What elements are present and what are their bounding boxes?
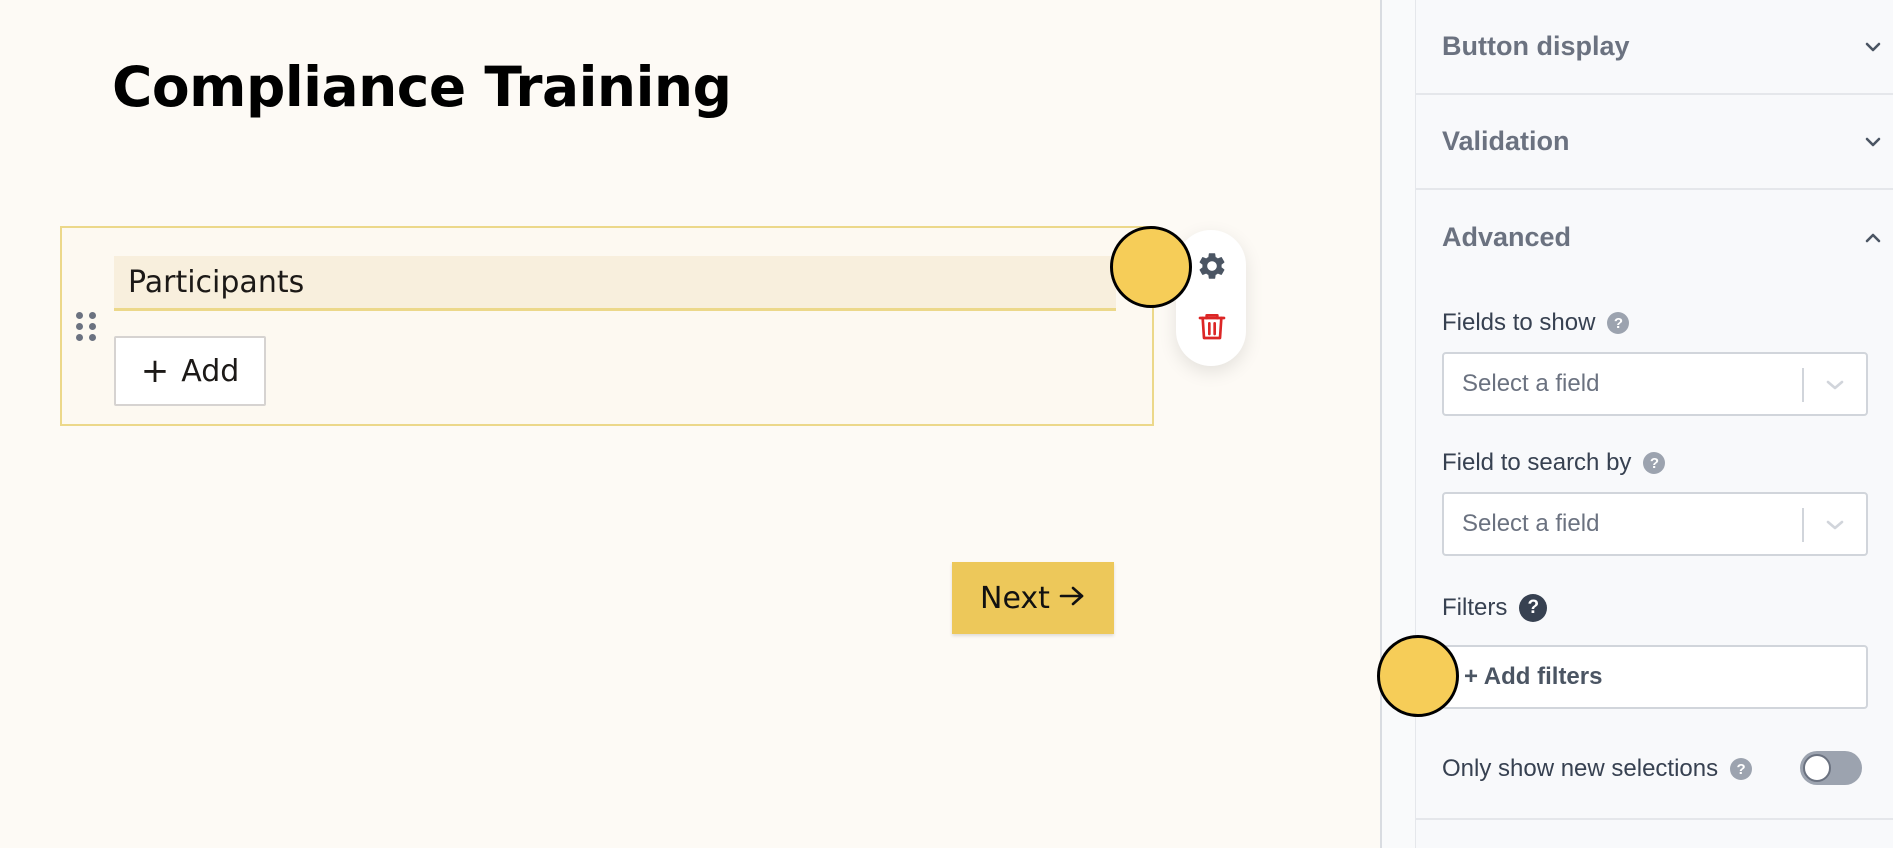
select-separator [1802,368,1804,402]
only-show-new-selections-toggle[interactable] [1800,751,1862,785]
only-show-new-selections-label: Only show new selections ? [1442,755,1753,783]
cursor-marker [1110,226,1192,308]
chevron-down-icon [1863,132,1883,152]
panel-gutter [1382,0,1416,848]
add-button-label: Add [181,353,240,389]
next-button[interactable]: Next [952,562,1114,634]
section-title: Advanced [1442,222,1572,252]
chevron-up-icon [1863,228,1883,248]
fields-to-show-label: Fields to show ? [1442,309,1630,337]
toggle-knob [1803,754,1831,782]
section-validation[interactable]: Validation [1416,95,1893,190]
field-to-search-by-select[interactable]: Select a field [1442,492,1868,556]
add-participant-button[interactable]: + Add [114,336,266,406]
section-advanced[interactable]: Advanced [1416,190,1893,285]
label-text: Filters [1442,594,1508,621]
gear-icon[interactable] [1196,250,1228,282]
label-text: Field to search by [1442,449,1632,476]
next-button-label: Next [980,580,1050,616]
select-separator [1802,508,1804,542]
field-to-search-by-label: Field to search by ? [1442,449,1666,477]
add-filters-button[interactable]: + Add filters [1442,645,1868,709]
label-text: Fields to show [1442,309,1596,336]
section-divider [1416,818,1893,820]
section-title: Validation [1442,126,1570,156]
page-title: Compliance Training [112,55,732,119]
plus-icon: + [140,351,170,391]
chevron-down-icon [1824,514,1846,534]
field-label[interactable]: Participants [114,256,1116,311]
help-icon[interactable]: ? [1730,758,1753,780]
chevron-down-icon [1824,374,1846,394]
properties-panel: Button display Validation Advanced Field… [1416,0,1893,848]
help-icon[interactable]: ? [1519,594,1548,622]
help-icon[interactable]: ? [1643,452,1666,474]
chevron-down-icon [1863,37,1883,57]
fields-to-show-select[interactable]: Select a field [1442,352,1868,416]
form-canvas: Compliance Training Participants + Add N… [0,0,1380,848]
drag-handle-icon[interactable] [76,312,98,344]
select-placeholder: Select a field [1462,370,1600,397]
label-text: Only show new selections [1442,755,1719,782]
section-title: Button display [1442,31,1630,61]
section-button-display[interactable]: Button display [1416,0,1893,95]
participants-field-block[interactable]: Participants + Add [60,226,1154,426]
help-icon[interactable]: ? [1607,312,1630,334]
trash-icon[interactable] [1196,310,1228,342]
cursor-marker [1377,635,1459,717]
select-placeholder: Select a field [1462,510,1600,537]
filters-label: Filters ? [1442,594,1548,622]
arrow-right-icon [1058,581,1086,616]
